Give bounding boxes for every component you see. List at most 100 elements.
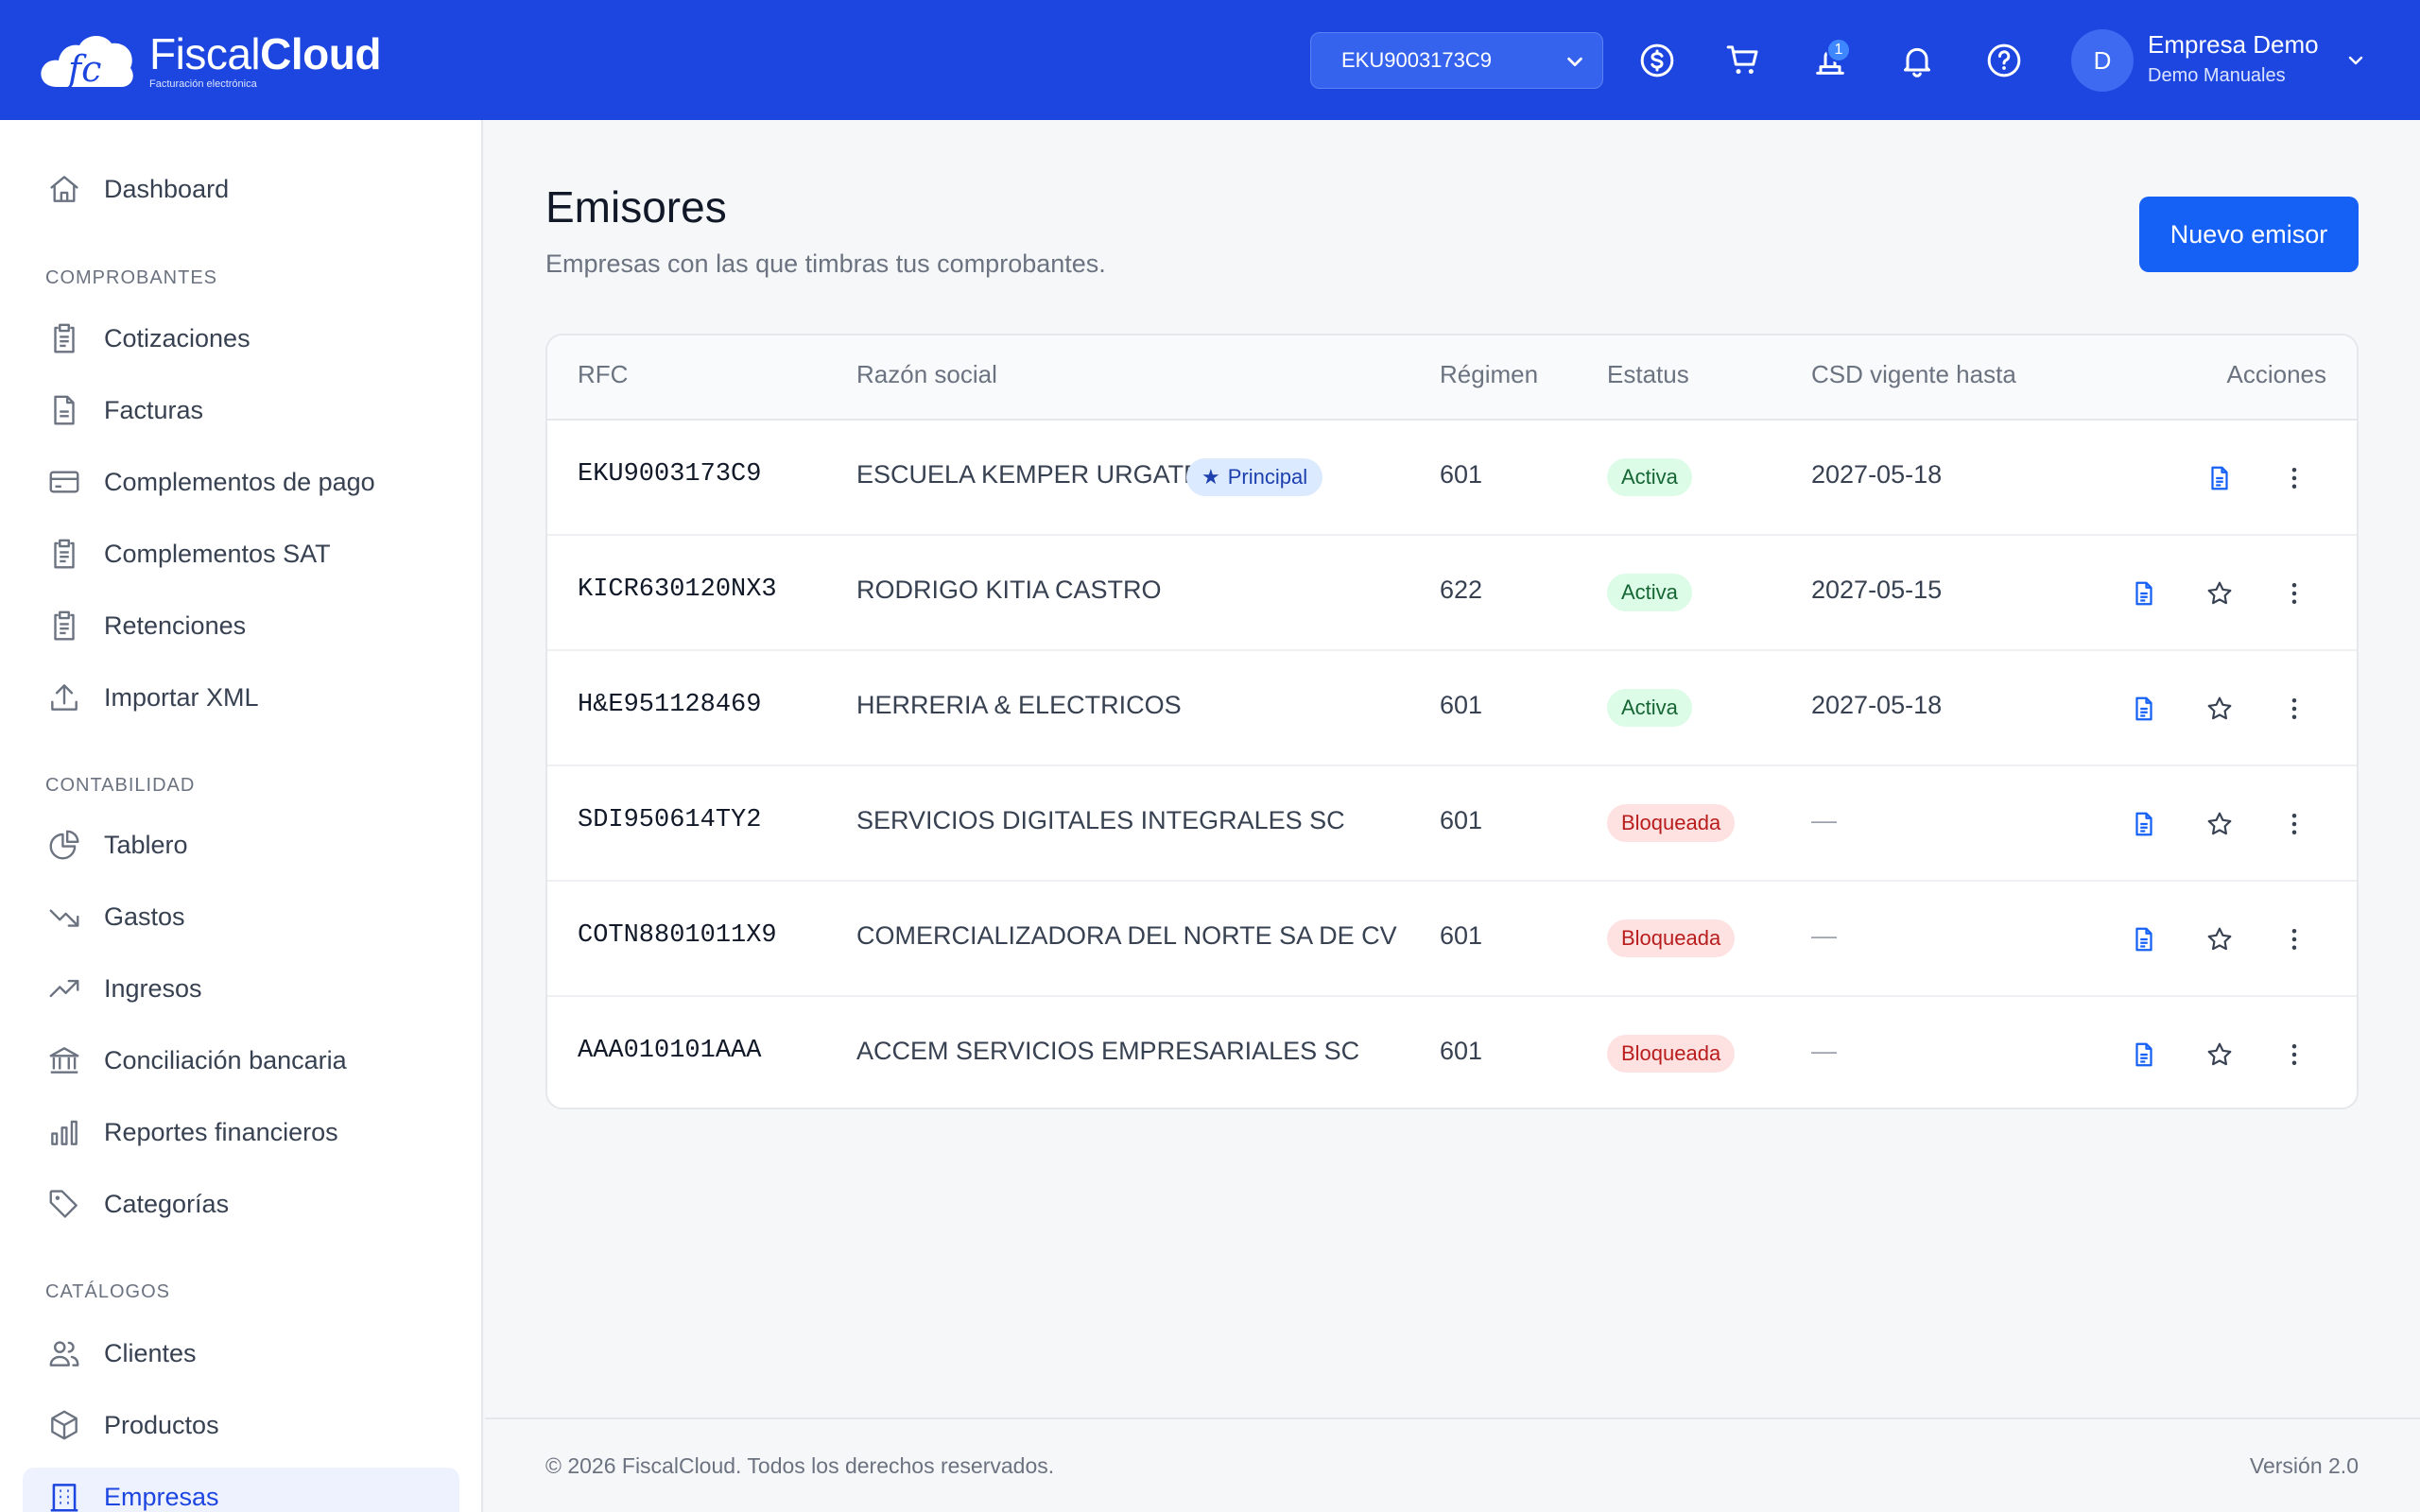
billing-button[interactable]	[1634, 38, 1680, 83]
csd-date-cell: 2027-05-18	[1811, 691, 1943, 719]
notifications-button[interactable]	[1894, 38, 1940, 83]
regimen-cell: 622	[1440, 576, 1483, 604]
trending-up-icon	[43, 968, 85, 1009]
sidebar-item-facturas[interactable]: Facturas	[23, 381, 459, 439]
more-vertical-icon	[2291, 698, 2297, 719]
sidebar-item-retenciones[interactable]: Retenciones	[23, 596, 459, 655]
sidebar-item-empresas[interactable]: Empresas	[23, 1468, 459, 1512]
view-document-button[interactable]	[2121, 686, 2167, 731]
help-button[interactable]	[1981, 38, 2027, 83]
more-options-button[interactable]	[2272, 455, 2317, 501]
sidebar-item-productos[interactable]: Productos	[23, 1396, 459, 1454]
razon-social-cell: COMERCIALIZADORA DEL NORTE SA DE CV	[856, 921, 1397, 950]
sidebar-item-cotizaciones[interactable]: Cotizaciones	[23, 309, 459, 368]
view-document-button[interactable]	[2121, 801, 2167, 847]
sidebar-item-complementos-sat[interactable]: Complementos SAT	[23, 524, 459, 583]
sidebar-item-categorias[interactable]: Categorías	[23, 1175, 459, 1233]
set-principal-button[interactable]	[2197, 917, 2242, 962]
star-icon	[2207, 927, 2232, 951]
sidebar-item-label: Dashboard	[104, 174, 230, 203]
csd-date-cell: —	[1811, 806, 1837, 834]
sidebar-item-label: Complementos de pago	[104, 467, 375, 496]
user-name[interactable]: Empresa Demo	[2148, 30, 2319, 60]
rfc-selected-value: EKU9003173C9	[1341, 48, 1493, 72]
sidebar-item-conciliacion-bancaria[interactable]: Conciliación bancaria	[23, 1031, 459, 1090]
stamps-button[interactable]: 1	[1807, 38, 1853, 83]
csd-date-cell: —	[1811, 1037, 1837, 1065]
regimen-cell: 601	[1440, 460, 1483, 489]
set-principal-button[interactable]	[2197, 801, 2242, 847]
column-header-estatus: Estatus	[1607, 360, 1689, 388]
star-icon	[2207, 812, 2232, 835]
view-document-button[interactable]	[2121, 1032, 2167, 1077]
csd-date-cell: 2027-05-15	[1811, 576, 1943, 604]
new-emisor-button[interactable]: Nuevo emisor	[2139, 197, 2359, 272]
section-title-contabilidad: CONTABILIDAD	[45, 775, 196, 796]
brand-logo[interactable]: fc FiscalCloud Facturación electrónica	[36, 26, 381, 94]
rfc-selector[interactable]: EKU9003173C9	[1310, 32, 1603, 89]
sidebar-item-label: Tablero	[104, 830, 188, 859]
sidebar-item-tablero[interactable]: Tablero	[23, 816, 459, 874]
cloud-logo-icon: fc	[41, 35, 133, 90]
sidebar-item-importar-xml[interactable]: Importar XML	[23, 668, 459, 727]
upload-icon	[43, 677, 85, 718]
cart-button[interactable]	[1720, 38, 1766, 83]
sidebar-item-ingresos[interactable]: Ingresos	[23, 959, 459, 1018]
status-badge: Bloqueada	[1607, 1035, 1736, 1073]
dollar-icon	[1640, 43, 1674, 77]
more-options-button[interactable]	[2272, 1032, 2317, 1077]
sidebar-item-reportes-financieros[interactable]: Reportes financieros	[23, 1103, 459, 1161]
sidebar-item-label: Facturas	[104, 395, 204, 424]
view-document-button[interactable]	[2121, 917, 2167, 962]
table-header: RFC Razón social Régimen Estatus CSD vig…	[547, 335, 2357, 421]
chevron-down-icon	[1567, 57, 1582, 67]
table-row: COTN8801011X9 COMERCIALIZADORA DEL NORTE…	[547, 882, 2357, 997]
chevron-down-icon[interactable]	[2344, 49, 2367, 72]
regimen-cell: 601	[1440, 806, 1483, 834]
footer: © 2026 FiscalCloud. Todos los derechos r…	[485, 1418, 2420, 1512]
razon-social-cell: RODRIGO KITIA CASTRO	[856, 576, 1162, 604]
more-options-button[interactable]	[2272, 917, 2317, 962]
brand-name-light: Fiscal	[149, 28, 261, 78]
table-row: AAA010101AAA ACCEM SERVICIOS EMPRESARIAL…	[547, 997, 2357, 1108]
rfc-cell: H&E951128469	[578, 691, 762, 719]
bell-icon	[1904, 47, 1930, 77]
column-header-rfc: RFC	[578, 360, 629, 388]
bar-chart-icon	[43, 1111, 85, 1153]
sidebar-item-label: Reportes financieros	[104, 1117, 338, 1146]
sidebar-item-label: Empresas	[104, 1482, 219, 1511]
sidebar-item-label: Ingresos	[104, 973, 202, 1003]
sidebar-item-clientes[interactable]: Clientes	[23, 1324, 459, 1383]
sidebar-item-label: Categorías	[104, 1189, 230, 1218]
section-title-catalogos: CATÁLOGOS	[45, 1281, 170, 1302]
star-filled-icon: ★	[1201, 465, 1220, 489]
view-document-button[interactable]	[2121, 571, 2167, 616]
column-header-regimen: Régimen	[1440, 360, 1539, 388]
document-icon	[2211, 466, 2228, 490]
status-badge: Activa	[1607, 689, 1692, 727]
set-principal-button[interactable]	[2197, 1032, 2242, 1077]
more-options-button[interactable]	[2272, 571, 2317, 616]
document-icon	[2135, 812, 2152, 836]
star-icon	[2207, 1042, 2232, 1066]
avatar[interactable]: D	[2071, 29, 2134, 92]
sidebar-item-complementos-pago[interactable]: Complementos de pago	[23, 453, 459, 511]
regimen-cell: 601	[1440, 1037, 1483, 1065]
set-principal-button[interactable]	[2197, 571, 2242, 616]
svg-text:fc: fc	[65, 48, 101, 90]
status-badge: Bloqueada	[1607, 804, 1736, 842]
table-row: H&E951128469 HERRERIA & ELECTRICOS 601 A…	[547, 651, 2357, 766]
more-options-button[interactable]	[2272, 686, 2317, 731]
help-icon	[1987, 43, 2021, 77]
document-icon	[2135, 927, 2152, 952]
csd-date-cell: 2027-05-18	[1811, 460, 1943, 489]
csd-date-cell: —	[1811, 921, 1837, 950]
sidebar-item-gastos[interactable]: Gastos	[23, 887, 459, 946]
status-badge: Activa	[1607, 458, 1692, 496]
more-options-button[interactable]	[2272, 801, 2317, 847]
cart-icon	[1726, 45, 1758, 75]
view-document-button[interactable]	[2197, 455, 2242, 501]
set-principal-button[interactable]	[2197, 686, 2242, 731]
page-title: Emisores	[545, 182, 727, 232]
sidebar-item-dashboard[interactable]: Dashboard	[23, 160, 459, 218]
